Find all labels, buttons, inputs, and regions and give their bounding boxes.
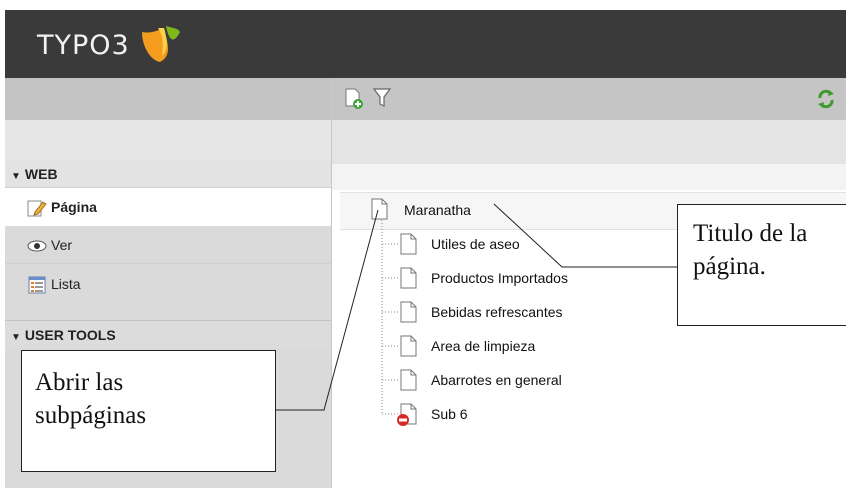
tree-substrip <box>332 120 846 164</box>
page-icon[interactable] <box>400 233 418 255</box>
menu-substrip <box>5 120 331 160</box>
collapse-triangle-icon: ▼ <box>11 171 21 182</box>
callout-text: Abrir las <box>35 369 124 396</box>
callout-text: subpáginas <box>35 402 147 429</box>
hidden-page-icon[interactable] <box>396 403 418 427</box>
tree-item-child[interactable]: Bebidas refrescantes <box>431 304 563 320</box>
section-web-label: WEB <box>24 166 58 182</box>
tree-toolbar <box>332 78 846 120</box>
menu-topstrip <box>5 78 331 120</box>
section-user-tools-label: USER TOOLS <box>24 327 116 343</box>
menu-item-label: Página <box>51 199 97 215</box>
collapse-triangle-icon: ▼ <box>11 332 21 343</box>
callout-page-title: Titulo de la página. <box>677 204 846 326</box>
menu-item-label: Ver <box>51 237 73 253</box>
menu-item-label: Lista <box>51 276 81 292</box>
page-icon[interactable] <box>400 335 418 357</box>
callout-text: Titulo de la <box>693 220 808 247</box>
filter-icon[interactable] <box>372 87 392 109</box>
refresh-icon[interactable] <box>816 88 836 110</box>
top-bar: TYPO3 <box>5 10 846 78</box>
new-page-icon[interactable] <box>344 88 364 110</box>
tree-item-child[interactable]: Sub 6 <box>431 406 468 422</box>
menu-item-pagina[interactable]: Página <box>5 188 331 226</box>
tree-item-child[interactable]: Area de limpieza <box>431 338 535 354</box>
page-icon[interactable] <box>400 301 418 323</box>
list-icon <box>28 276 46 294</box>
typo3-brand-text: TYPO3 <box>37 30 130 61</box>
menu-item-ver[interactable]: Ver <box>5 226 331 264</box>
page-icon[interactable] <box>400 369 418 391</box>
typo3-logo-icon <box>142 26 180 62</box>
page-icon[interactable] <box>400 267 418 289</box>
callout-open-subpages: Abrir las subpáginas <box>21 350 276 472</box>
tree-item-child[interactable]: Productos Importados <box>431 270 568 286</box>
menu-item-lista[interactable]: Lista <box>5 265 331 303</box>
eye-icon <box>27 240 47 252</box>
tree-item-child[interactable]: Utiles de aseo <box>431 236 520 252</box>
page-icon[interactable] <box>371 198 389 220</box>
tree-item-child[interactable]: Abarrotes en general <box>431 372 562 388</box>
tree-gap <box>332 164 846 190</box>
page-edit-icon <box>27 200 47 217</box>
section-user-tools[interactable]: ▼ USER TOOLS <box>5 320 331 348</box>
callout-text: página. <box>693 253 766 280</box>
tree-item-maranatha[interactable]: Maranatha <box>404 202 471 218</box>
section-web[interactable]: ▼ WEB <box>5 160 331 188</box>
